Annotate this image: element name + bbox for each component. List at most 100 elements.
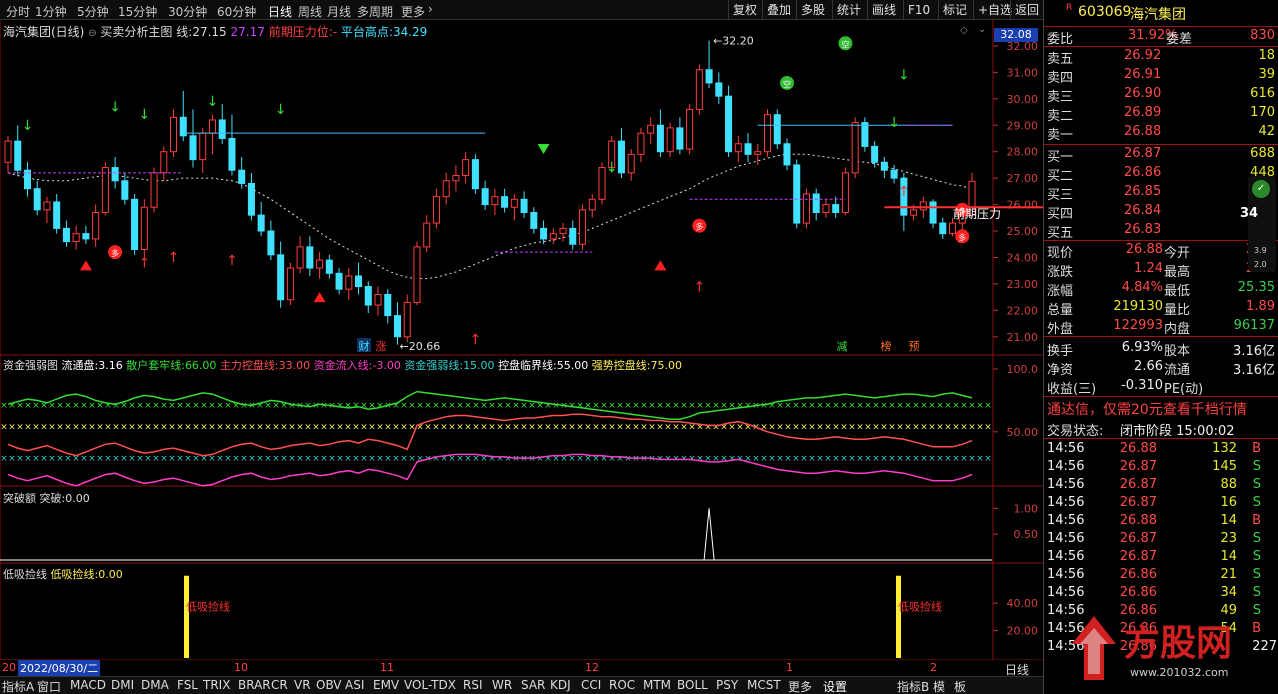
tab-60min[interactable]: 60分钟 — [217, 3, 256, 20]
indicator-tab-1[interactable]: 窗口 — [37, 678, 61, 694]
green-triangle-marker — [537, 144, 550, 155]
f10-button[interactable]: F10 — [903, 0, 934, 20]
check-icon[interactable]: ✓ — [1252, 180, 1270, 198]
tab-day[interactable]: 日线 — [268, 3, 292, 20]
tab-1min[interactable]: 1分钟 — [35, 3, 67, 20]
stat-label-2: 今开 — [1164, 246, 1191, 261]
float-widget[interactable]: ✓ 34 3.9 2.0 — [1240, 176, 1276, 272]
resistance-label: 前期压力位: — [268, 25, 333, 39]
indicator-tab-7[interactable]: BRAR — [238, 678, 271, 692]
tick-time: 14:56 — [1047, 441, 1085, 456]
level-marker: × — [840, 401, 848, 411]
remove-icon[interactable]: ⊖ — [88, 28, 96, 39]
level-marker: × — [144, 454, 152, 464]
indicator-tab-17[interactable]: KDJ — [550, 678, 571, 692]
level-marker: × — [408, 401, 416, 411]
tick-side: S — [1252, 477, 1261, 492]
tab-multi-period[interactable]: 多周期 — [357, 3, 393, 20]
indicator-tab-25[interactable]: 设置 — [823, 678, 847, 694]
overlay-button[interactable]: 叠加 — [762, 0, 795, 20]
ask-row[interactable]: 卖一 26.88 42 — [1044, 124, 1278, 143]
indicator-tab-23[interactable]: MCST — [747, 678, 781, 692]
indicator-tab-28[interactable]: 板 — [954, 678, 966, 694]
diamond-icon[interactable]: ◇ — [960, 25, 968, 36]
level-marker: × — [192, 401, 200, 411]
level-marker: × — [536, 454, 544, 464]
bid-row[interactable]: 买一 26.87 688 — [1044, 146, 1278, 165]
ind2-tick-label: 1.00 — [1014, 502, 1039, 515]
level-marker: × — [432, 454, 440, 464]
indicator-tab-11[interactable]: ASI — [345, 678, 364, 692]
level-marker: × — [768, 454, 776, 464]
indicator-tab-19[interactable]: ROC — [609, 678, 635, 692]
ad-text[interactable]: 通达信，仅需20元查看千档行情 — [1047, 399, 1247, 419]
level-marker: × — [464, 423, 472, 433]
tick-time: 14:56 — [1047, 585, 1085, 600]
indicator-tab-15[interactable]: WR — [492, 678, 512, 692]
level-marker: × — [976, 423, 984, 433]
level-marker: × — [336, 454, 344, 464]
ad-row[interactable]: 通达信，仅需20元查看千档行情 — [1044, 399, 1278, 419]
candle-body — [880, 161, 888, 171]
level-marker: × — [248, 423, 256, 433]
indicator-tab-26[interactable]: 指标B — [897, 678, 929, 694]
tick-row: 14:56 26.86 34 S — [1044, 585, 1278, 603]
stat-label-2: 内盘 — [1164, 322, 1191, 337]
back-button[interactable]: 返回 — [1010, 0, 1043, 20]
statistics-button[interactable]: 统计 — [832, 0, 865, 20]
indicator-tab-27[interactable]: 模 — [933, 678, 945, 694]
ask-row[interactable]: 卖三 26.90 616 — [1044, 86, 1278, 105]
tab-month[interactable]: 月线 — [327, 3, 351, 20]
ask-row[interactable]: 卖四 26.91 39 — [1044, 67, 1278, 86]
ask-row[interactable]: 卖五 26.92 18 — [1044, 48, 1278, 67]
chart-area[interactable]: 32.00 31.00 30.00 29.00 28.00 27.00 26.00 25.00… — [0, 20, 1043, 660]
tab-fenshi[interactable]: 分时 — [6, 3, 30, 20]
draw-line-button[interactable]: 画线 — [867, 0, 900, 20]
indicator-tab-20[interactable]: MTM — [643, 678, 671, 692]
indicator-tab-16[interactable]: SAR — [521, 678, 545, 692]
indicator-tab-9[interactable]: VR — [294, 678, 311, 692]
bid-volume: 688 — [1250, 146, 1275, 161]
tick-price: 26.87 — [1119, 477, 1157, 492]
bid-row[interactable]: 买二 26.86 448 — [1044, 165, 1278, 184]
tab-15min[interactable]: 15分钟 — [118, 3, 157, 20]
indicator-tab-3[interactable]: DMI — [111, 678, 134, 692]
indicator-tab-14[interactable]: RSI — [463, 678, 483, 692]
candle-body — [101, 167, 109, 214]
indicator-tab-8[interactable]: CR — [271, 678, 288, 692]
bid-row[interactable]: 买三26.8581 — [1044, 184, 1278, 203]
level-marker: × — [952, 423, 960, 433]
multi-stock-button[interactable]: 多股 — [796, 0, 829, 20]
indicator-tab-4[interactable]: DMA — [141, 678, 169, 692]
mark-button[interactable]: 标记 — [938, 0, 971, 20]
indicator-tab-22[interactable]: PSY — [716, 678, 738, 692]
ma-value: 27.15 — [192, 25, 227, 39]
indicator-tab-6[interactable]: TRIX — [203, 678, 230, 692]
candle-body — [647, 124, 655, 134]
kline-chart[interactable]: 32.0031.0030.0029.0028.0027.0026.0025.00… — [0, 20, 1043, 660]
level-marker: × — [824, 401, 832, 411]
indicator-tab-2[interactable]: MACD — [70, 678, 106, 692]
level-marker: × — [352, 423, 360, 433]
tab-week[interactable]: 周线 — [298, 3, 322, 20]
ask-row[interactable]: 卖二 26.89 170 — [1044, 105, 1278, 124]
fuquan-button[interactable]: 复权 — [728, 0, 761, 20]
indicator-tab-10[interactable]: OBV — [316, 678, 342, 692]
price-tick-label: 24.00 — [1007, 251, 1039, 264]
level-marker: × — [248, 454, 256, 464]
level-marker: × — [576, 401, 584, 411]
indicator-tab-21[interactable]: BOLL — [677, 678, 708, 692]
expand-icon[interactable]: ⌄ — [978, 24, 986, 35]
indicator-tab-0[interactable]: 指标A — [2, 678, 34, 694]
level-marker: × — [200, 401, 208, 411]
indicator-tab-24[interactable]: 更多 — [788, 678, 812, 694]
tab-more[interactable]: 更多 — [401, 3, 425, 20]
indicator-tab-12[interactable]: EMV — [373, 678, 399, 692]
indicator-tab-5[interactable]: FSL — [177, 678, 198, 692]
tab-5min[interactable]: 5分钟 — [77, 3, 109, 20]
indicator-tab-13[interactable]: VOL-TDX — [404, 678, 456, 692]
bid-row[interactable]: 买五26.83239 — [1044, 222, 1278, 241]
indicator-tab-18[interactable]: CCI — [581, 678, 601, 692]
tab-30min[interactable]: 30分钟 — [168, 3, 207, 20]
stat-row: 总量 219130 量比 1.89 — [1044, 299, 1278, 318]
